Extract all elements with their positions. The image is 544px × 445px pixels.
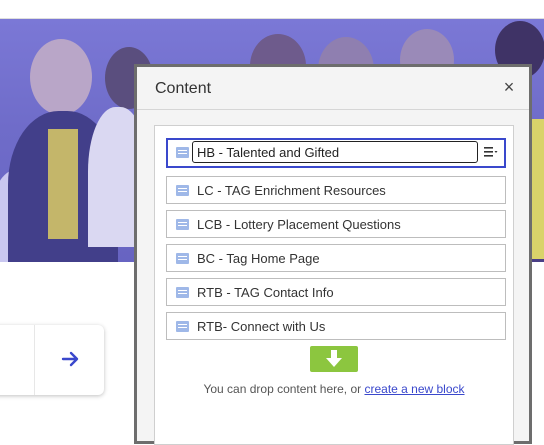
content-block[interactable]: LC - TAG Enrichment Resources (166, 176, 506, 204)
block-label: RTB - TAG Contact Info (197, 285, 334, 300)
content-drop-area[interactable]: LC - TAG Enrichment Resources LCB - Lott… (154, 125, 514, 445)
block-label: LC - TAG Enrichment Resources (197, 183, 386, 198)
navigation-card (0, 325, 104, 395)
block-label: LCB - Lottery Placement Questions (197, 217, 401, 232)
download-arrow-icon (326, 350, 342, 367)
document-lines-icon (176, 253, 189, 264)
content-block[interactable]: RTB - TAG Contact Info (166, 278, 506, 306)
content-dialog: Content × LC - TAG Enrichment Resources … (134, 64, 532, 445)
close-icon[interactable]: × (499, 77, 519, 97)
hamburger-menu-icon[interactable] (484, 146, 498, 158)
card-divider (34, 325, 35, 395)
content-block-selected[interactable] (166, 138, 506, 168)
dialog-title: Content (155, 80, 212, 97)
arrow-right-icon[interactable] (59, 347, 83, 371)
drop-hint-text: You can drop content here, or (203, 382, 362, 396)
top-strip (0, 0, 544, 19)
drop-hint: You can drop content here, or create a n… (155, 382, 513, 396)
block-label: BC - Tag Home Page (197, 251, 320, 266)
document-lines-icon (176, 287, 189, 298)
dialog-header: Content × (137, 67, 529, 110)
content-block[interactable]: BC - Tag Home Page (166, 244, 506, 272)
content-block[interactable]: RTB- Connect with Us (166, 312, 506, 340)
document-lines-icon (176, 185, 189, 196)
document-lines-icon (176, 147, 189, 158)
content-block[interactable]: LCB - Lottery Placement Questions (166, 210, 506, 238)
block-label: RTB- Connect with Us (197, 319, 326, 334)
document-lines-icon (176, 219, 189, 230)
document-lines-icon (176, 321, 189, 332)
drop-content-button[interactable] (310, 346, 358, 372)
block-title-input[interactable] (192, 141, 478, 163)
create-new-block-link[interactable]: create a new block (364, 382, 464, 396)
